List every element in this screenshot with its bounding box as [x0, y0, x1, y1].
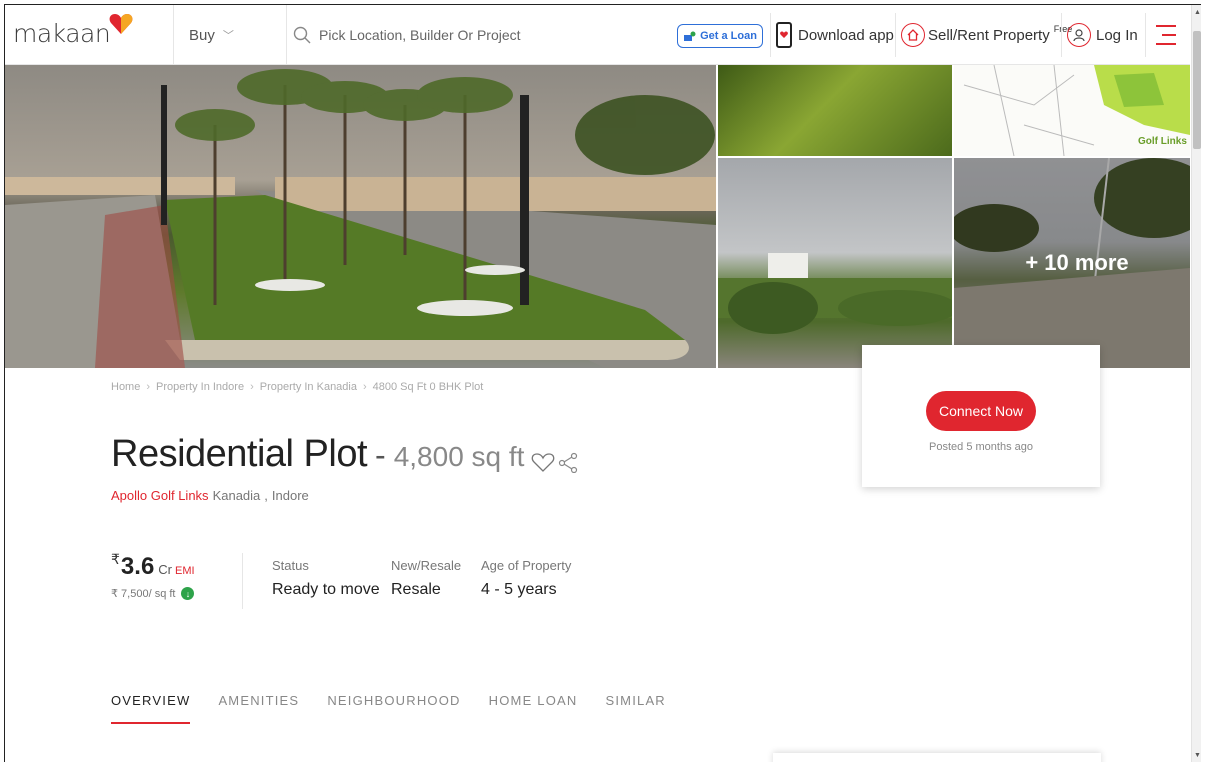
scroll-up-icon[interactable]: ▲ [1194, 9, 1201, 16]
loan-label: Get a Loan [700, 30, 757, 42]
breadcrumb-locality[interactable]: Property In Kanadia [260, 381, 357, 393]
breadcrumb-home[interactable]: Home [111, 381, 140, 393]
resale-attribute: New/Resale Resale [391, 558, 461, 599]
status-value: Ready to move [272, 581, 380, 598]
price-unit: Cr [158, 562, 173, 577]
buy-label: Buy [189, 26, 215, 44]
listing-location: Apollo Golf Links Kanadia, Indore [111, 488, 309, 503]
section-tabs: OVERVIEW AMENITIES NEIGHBOURHOOD HOME LO… [111, 693, 666, 724]
search-icon [293, 26, 311, 44]
divider [895, 13, 896, 57]
age-attribute: Age of Property 4 - 5 years [481, 558, 571, 599]
emi-link[interactable]: EMI [175, 565, 195, 577]
plot-area: 4,800 sq ft [393, 441, 525, 472]
search-bar[interactable] [286, 5, 676, 65]
main-photo[interactable] [5, 65, 716, 368]
loan-icon [684, 31, 696, 41]
resale-label: New/Resale [391, 558, 462, 573]
heart-favorite-icon[interactable] [531, 451, 555, 473]
divider [1061, 13, 1062, 57]
connect-card: Connect Now Posted 5 months ago [862, 345, 1100, 487]
resale-value: Resale [391, 581, 441, 598]
home-icon [901, 23, 925, 47]
scrollbar-thumb[interactable] [1193, 31, 1201, 149]
connect-now-button[interactable]: Connect Now [926, 391, 1036, 431]
share-icon[interactable] [557, 451, 579, 473]
price-trend-down-icon[interactable]: ↓ [181, 587, 195, 600]
login-label: Log In [1096, 26, 1138, 44]
price-per-sqft-row: ₹ 7,500/ sq ft ↓ [111, 587, 242, 600]
tab-similar[interactable]: SIMILAR [605, 693, 665, 724]
title-dash: - [375, 437, 386, 473]
city-link[interactable]: Indore [272, 488, 309, 503]
page-frame: makaan Buy ﹀ Get a Loan [4, 4, 1201, 762]
site-header: makaan Buy ﹀ Get a Loan [5, 5, 1190, 65]
makaan-logo[interactable]: makaan [13, 14, 134, 48]
breadcrumb: Home › Property In Indore › Property In … [111, 381, 483, 393]
golf-links-watermark: Golf Links [1138, 136, 1187, 147]
more-photos-label: + 10 more [954, 158, 1190, 368]
status-attribute: Status Ready to move [272, 558, 380, 599]
heart-logo-icon [109, 14, 133, 34]
chevron-right-icon: › [362, 381, 367, 393]
photo-thumb-plot-view[interactable] [718, 158, 952, 368]
rupee-icon: ₹ [111, 551, 120, 567]
photo-thumb-site-map[interactable]: Golf Links [954, 65, 1190, 156]
secondary-card [773, 753, 1101, 762]
age-value: 4 - 5 years [481, 581, 557, 598]
download-app-link[interactable]: Download app [776, 5, 894, 65]
photo-thumb-golf-course[interactable] [718, 65, 952, 156]
posted-time: Posted 5 months ago [929, 441, 1033, 453]
page-scrollbar[interactable]: ▲ ▼ [1191, 5, 1201, 762]
download-label: Download app [798, 26, 894, 44]
breadcrumb-city[interactable]: Property In Indore [156, 381, 244, 393]
price-block: ₹ 3.6 Cr EMI ₹ 7,500/ sq ft ↓ [111, 551, 243, 609]
photo-gallery: Golf Links + 10 more [5, 65, 1190, 368]
photo-thumb-more[interactable]: + 10 more [954, 158, 1190, 368]
main-photo-illustration [5, 69, 716, 368]
chevron-down-icon: ﹀ [222, 30, 234, 42]
age-label: Age of Property [481, 558, 572, 573]
user-icon [1067, 23, 1091, 47]
buy-dropdown[interactable]: Buy ﹀ [173, 5, 286, 65]
project-link[interactable]: Apollo Golf Links [111, 488, 209, 503]
sell-label: Sell/Rent Property [928, 26, 1050, 44]
tab-overview[interactable]: OVERVIEW [111, 693, 191, 724]
get-a-loan-button[interactable]: Get a Loan [677, 24, 763, 48]
breadcrumb-current: 4800 Sq Ft 0 BHK Plot [372, 381, 484, 393]
site-map-illustration: Golf Links [963, 65, 1190, 156]
price-per-sqft: ₹ 7,500/ sq ft [111, 588, 176, 600]
plot-view-illustration [718, 253, 952, 334]
page-title: Residential Plot [111, 433, 368, 475]
hamburger-menu-icon[interactable] [1156, 25, 1176, 45]
comma: , [264, 488, 268, 503]
tab-neighbourhood[interactable]: NEIGHBOURHOOD [327, 693, 460, 724]
scroll-down-icon[interactable]: ▼ [1194, 752, 1201, 759]
phone-icon [776, 22, 792, 48]
login-link[interactable]: Log In [1067, 5, 1138, 65]
divider [770, 13, 771, 57]
chevron-right-icon: › [250, 381, 254, 393]
tab-home-loan[interactable]: HOME LOAN [489, 693, 578, 724]
chevron-right-icon: › [146, 381, 151, 393]
status-label: Status [272, 558, 309, 573]
title-actions [531, 451, 579, 473]
locality-link[interactable]: Kanadia [213, 488, 261, 503]
search-input[interactable] [319, 27, 659, 43]
divider [1145, 13, 1146, 57]
tab-amenities[interactable]: AMENITIES [218, 693, 299, 724]
listing-title-row: Residential Plot - 4,800 sq ft [111, 433, 524, 476]
sell-rent-property-link[interactable]: Sell/Rent Property Free [901, 5, 1072, 65]
logo-text: makaan [13, 19, 111, 48]
price-value: 3.6 [120, 553, 155, 580]
